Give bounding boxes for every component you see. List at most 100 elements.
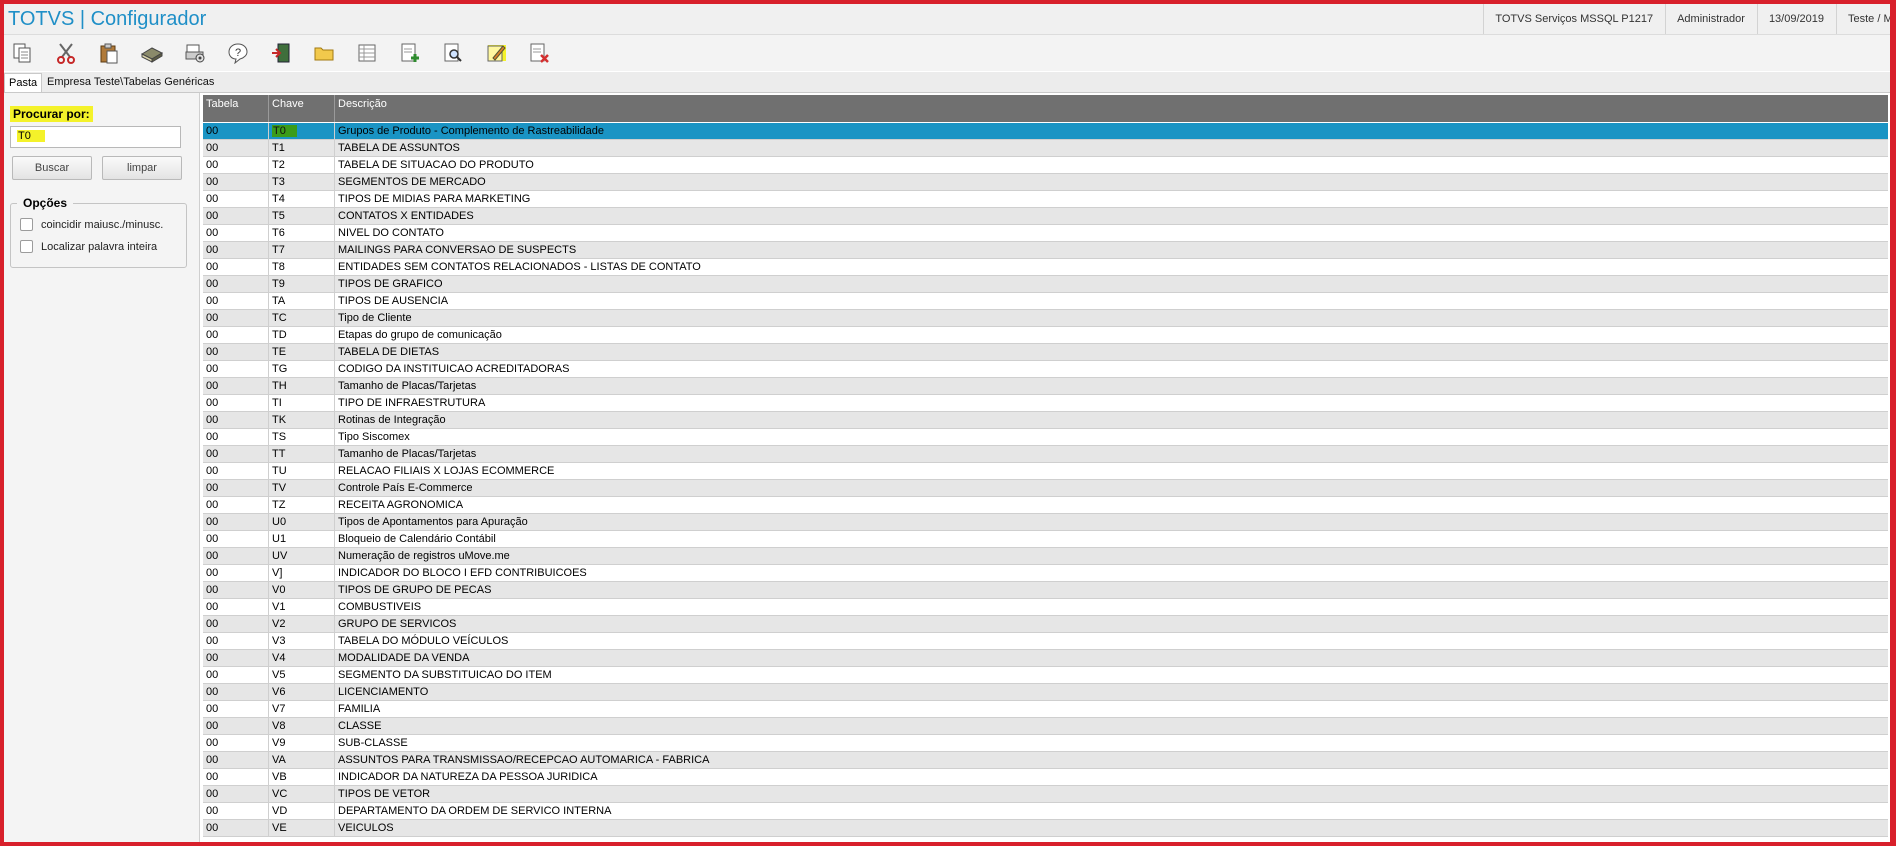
table-row[interactable]: 00 U1 Bloqueio de Calendário Contábil [203,531,1888,548]
table-row[interactable]: 00 TE TABELA DE DIETAS [203,344,1888,361]
cell-descricao: SEGMENTO DA SUBSTITUICAO DO ITEM [338,669,552,681]
search-label: Procurar por: [10,106,93,122]
edit-button[interactable] [481,38,511,68]
status-user: Administrador [1665,4,1757,34]
column-header-tabela[interactable]: Tabela [203,95,269,122]
magnifier-document-icon [444,43,462,62]
folder-button[interactable] [309,38,339,68]
table-row[interactable]: 00 V5 SEGMENTO DA SUBSTITUICAO DO ITEM [203,667,1888,684]
table-row[interactable]: 00 V7 FAMILIA [203,701,1888,718]
table-row[interactable]: 00 TI TIPO DE INFRAESTRUTURA [203,395,1888,412]
delete-document-button[interactable] [524,38,554,68]
cell-chave: TK [269,412,335,428]
table-row[interactable]: 00 TS Tipo Siscomex [203,429,1888,446]
table-row[interactable]: 00 U0 Tipos de Apontamentos para Apuração [203,514,1888,531]
book-button[interactable] [137,38,167,68]
cut-button[interactable] [51,38,81,68]
tab-path[interactable]: Empresa Teste\Tabelas Genéricas [43,73,218,92]
cell-tabela: 00 [203,497,269,513]
cell-descricao: MODALIDADE DA VENDA [338,652,470,664]
table-row[interactable]: 00 V0 TIPOS DE GRUPO DE PECAS [203,582,1888,599]
cell-tabela: 00 [203,429,269,445]
print-setup-button[interactable] [180,38,210,68]
cell-tabela: 00 [203,769,269,785]
table-row[interactable]: 00 T9 TIPOS DE GRAFICO [203,276,1888,293]
table-row[interactable]: 00 V4 MODALIDADE DA VENDA [203,650,1888,667]
cell-chave: TA [269,293,335,309]
table-row[interactable]: 00 V] INDICADOR DO BLOCO I EFD CONTRIBUICO… [203,565,1888,582]
table-row[interactable]: 00 T8 ENTIDADES SEM CONTATOS RELACIONADOS … [203,259,1888,276]
table-row[interactable]: 00 T6 NIVEL DO CONTATO [203,225,1888,242]
column-header-chave[interactable]: Chave [269,95,335,122]
tab-pasta[interactable]: Pasta [4,73,43,92]
table-row[interactable]: 00 TK Rotinas de Integração [203,412,1888,429]
table-row[interactable]: 00 V9 SUB-CLASSE [203,735,1888,752]
table-row[interactable]: 00 VC TIPOS DE VETOR [203,786,1888,803]
cell-descricao: RELACAO FILIAIS X LOJAS ECOMMERCE [338,465,555,477]
cell-tabela: 00 [203,208,269,224]
copy-button[interactable] [8,38,38,68]
table-row[interactable]: 00 TG CODIGO DA INSTITUICAO ACREDITADORAS [203,361,1888,378]
clear-button[interactable]: limpar [102,156,182,180]
cell-descricao: TIPO DE INFRAESTRUTURA [338,397,486,409]
cell-chave: U0 [269,514,335,530]
column-header-descricao[interactable]: Descrição [335,95,1888,122]
table-row[interactable]: 00 UV Numeração de registros uMove.me [203,548,1888,565]
table-row[interactable]: 00 VD DEPARTAMENTO DA ORDEM DE SERVICO INT… [203,803,1888,820]
table-row[interactable]: 00 VB INDICADOR DA NATUREZA DA PESSOA JURI… [203,769,1888,786]
cell-chave: V2 [269,616,335,632]
table-row[interactable]: 00 T7 MAILINGS PARA CONVERSAO DE SUSPECTS [203,242,1888,259]
table-row[interactable]: 00 T5 CONTATOS X ENTIDADES [203,208,1888,225]
cell-chave: T6 [269,225,335,241]
table-row[interactable]: 00 V8 CLASSE [203,718,1888,735]
exit-button[interactable] [266,38,296,68]
table-row[interactable]: 00 V3 TABELA DO MÓDULO VEÍCULOS [203,633,1888,650]
option-whole-word[interactable]: Localizar palavra inteira [20,240,157,253]
cell-tabela: 00 [203,123,269,139]
option-match-case[interactable]: coincidir maiusc./minusc. [20,218,163,231]
table-row[interactable]: 00 TA TIPOS DE AUSENCIA [203,293,1888,310]
cell-descricao: TIPOS DE GRUPO DE PECAS [338,584,492,596]
table-row[interactable]: 00 TD Etapas do grupo de comunicação [203,327,1888,344]
whole-word-checkbox[interactable] [20,240,33,253]
table-row[interactable]: 00 V1 COMBUSTIVEIS [203,599,1888,616]
cell-tabela: 00 [203,310,269,326]
table-row[interactable]: 00 T1 TABELA DE ASSUNTOS [203,140,1888,157]
table-row[interactable]: 00 V6 LICENCIAMENTO [203,684,1888,701]
help-icon: ? [228,43,248,64]
cell-chave: V3 [269,633,335,649]
cell-tabela: 00 [203,344,269,360]
table-row[interactable]: 00 TT Tamanho de Placas/Tarjetas [203,446,1888,463]
cell-descricao: FAMILIA [338,703,381,715]
preview-button[interactable] [438,38,468,68]
table-row[interactable]: 00 TH Tamanho de Placas/Tarjetas [203,378,1888,395]
match-case-checkbox[interactable] [20,218,33,231]
table-row[interactable]: 00 TV Controle País E-Commerce [203,480,1888,497]
cell-tabela: 00 [203,735,269,751]
spreadsheet-button[interactable] [352,38,382,68]
help-button[interactable]: ? [223,38,253,68]
toolbar: ? [4,35,1890,71]
cell-descricao: CONTATOS X ENTIDADES [338,210,474,222]
table-row[interactable]: 00 T2 TABELA DE SITUACAO DO PRODUTO [203,157,1888,174]
cell-tabela: 00 [203,276,269,292]
table-row[interactable]: 00 VE VEICULOS [203,820,1888,837]
table-row[interactable]: 00 T4 TIPOS DE MIDIAS PARA MARKETING [203,191,1888,208]
table-row[interactable]: 00 VA ASSUNTOS PARA TRANSMISSAO/RECEPCAO A… [203,752,1888,769]
table-row[interactable]: 00 TC Tipo de Cliente [203,310,1888,327]
search-button[interactable]: Buscar [12,156,92,180]
delete-document-icon [530,43,549,63]
paste-button[interactable] [94,38,124,68]
cell-tabela: 00 [203,616,269,632]
search-input[interactable]: T0 [10,126,181,148]
table-row[interactable]: 00 T3 SEGMENTOS DE MERCADO [203,174,1888,191]
cell-descricao: INDICADOR DO BLOCO I EFD CONTRIBUICOES [338,567,587,579]
table-row[interactable]: 00 V2 GRUPO DE SERVICOS [203,616,1888,633]
cell-tabela: 00 [203,786,269,802]
table-row[interactable]: 00 T0 Grupos de Produto - Complemento de R… [203,123,1888,140]
table-row[interactable]: 00 TU RELACAO FILIAIS X LOJAS ECOMMERCE [203,463,1888,480]
add-document-button[interactable] [395,38,425,68]
cell-tabela: 00 [203,820,269,836]
cell-descricao: Tamanho de Placas/Tarjetas [338,380,477,392]
table-row[interactable]: 00 TZ RECEITA AGRONOMICA [203,497,1888,514]
